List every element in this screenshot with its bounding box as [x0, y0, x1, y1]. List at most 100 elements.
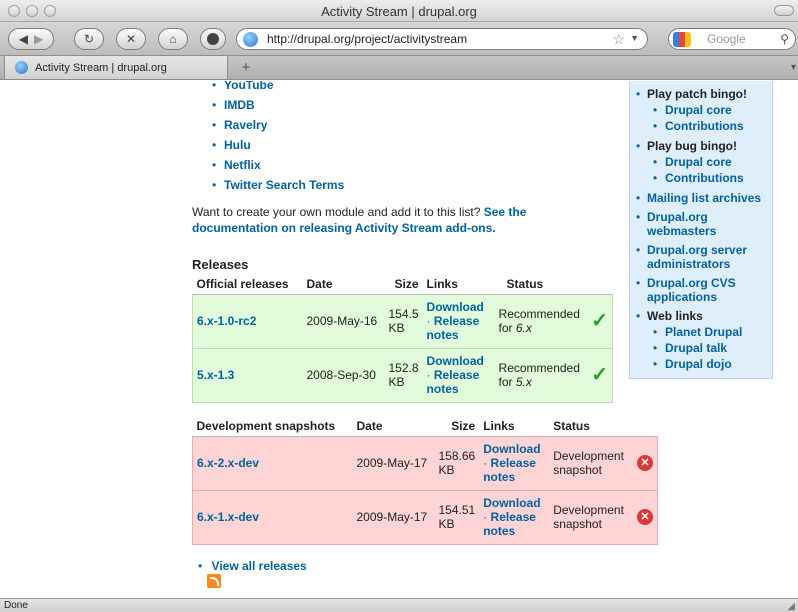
new-tab-button[interactable]: +: [236, 59, 256, 77]
service-link[interactable]: IMDB: [224, 98, 255, 112]
intro-text: Want to create your own module and add i…: [192, 205, 481, 219]
service-link[interactable]: Ravelry: [224, 118, 267, 132]
size-unit: KB: [438, 517, 455, 531]
tab-label: Activity Stream | drupal.org: [35, 61, 167, 74]
sidebar-link[interactable]: Drupal.org CVS applications: [647, 276, 736, 304]
bookmark-star-icon[interactable]: ☆: [612, 31, 625, 48]
status-text: Done: [4, 600, 28, 611]
view-all-releases-link[interactable]: View all releases: [212, 559, 307, 573]
column-header: Development snapshots: [192, 416, 353, 437]
site-favicon-icon: [243, 32, 258, 47]
stop-button[interactable]: ✕: [116, 28, 146, 50]
size-unit: KB: [438, 463, 455, 477]
status-version: 6.x: [515, 321, 532, 335]
tab-list-icon[interactable]: ▾: [791, 62, 796, 73]
sidebar-link-drupal-core[interactable]: Drupal core: [665, 155, 732, 169]
checkmark-icon: ✓: [591, 364, 608, 386]
status-text: Recommended: [498, 361, 580, 375]
release-notes-label: Release: [433, 314, 480, 328]
google-logo-icon[interactable]: [673, 32, 691, 47]
back-button[interactable]: ◀ ▶: [8, 28, 54, 50]
sidebar-heading: Play patch bingo!: [647, 87, 748, 101]
status-text: for: [498, 375, 516, 389]
download-link[interactable]: Download: [483, 496, 540, 510]
search-input[interactable]: Google ⚲: [668, 28, 796, 50]
sidebar-item-webmasters: Drupal.org webmasters: [636, 210, 766, 238]
sidebar-item-bug-bingo: Play bug bingo! Drupal core Contribution…: [636, 139, 766, 186]
download-link[interactable]: Download: [483, 442, 540, 456]
sidebar-item-patch-bingo: Play patch bingo! Drupal core Contributi…: [636, 87, 766, 134]
tab-bar: Activity Stream | drupal.org + ▾: [0, 56, 798, 80]
release-notes-link[interactable]: Release notes: [483, 456, 536, 484]
list-item: Drupal core: [653, 102, 766, 118]
list-item: Planet Drupal: [653, 324, 766, 340]
bookmark-icon: [207, 33, 219, 45]
title-bar: Activity Stream | drupal.org: [0, 0, 798, 22]
snapshot-date: 2009-May-17: [356, 456, 428, 470]
sidebar-link[interactable]: Drupal.org server administrators: [647, 243, 747, 271]
release-notes-link[interactable]: Release notes: [427, 314, 480, 342]
release-version-link[interactable]: 6.x-1.0-rc2: [197, 314, 256, 328]
sidebar-item-mailing-list: Mailing list archives: [636, 191, 766, 205]
forward-arrow-icon: ▶: [34, 32, 44, 46]
sidebar-link[interactable]: Drupal.org webmasters: [647, 210, 716, 238]
download-link[interactable]: Download: [427, 354, 484, 368]
search-icon[interactable]: ⚲: [780, 32, 789, 46]
column-header: Links: [479, 416, 550, 437]
status-cell: Development snapshot ✕: [553, 449, 653, 477]
release-size: 152.8 KB: [385, 348, 423, 402]
sidebar-item-web-links: Web links Planet Drupal Drupal talk Drup…: [636, 309, 766, 372]
list-item: Ravelry: [210, 115, 344, 135]
release-notes-link[interactable]: Release notes: [427, 368, 480, 396]
size-value: 154.5: [388, 307, 419, 321]
table-row: 5.x-1.3 2008-Sep-30 152.8 KB Download · …: [192, 348, 613, 402]
release-notes-label: Release: [490, 456, 536, 470]
list-item: Drupal dojo: [653, 356, 766, 372]
navigation-toolbar: ◀ ▶ ↻ ✕ ⌂ http://drupal.org/project/activ…: [0, 22, 798, 56]
release-notes-label: notes: [483, 524, 516, 538]
chevron-down-icon[interactable]: ▼: [630, 33, 639, 43]
url-bar[interactable]: http://drupal.org/project/activitystream…: [236, 28, 648, 50]
link-separator: ·: [426, 314, 431, 328]
status-text: Recommended: [498, 307, 580, 321]
sidebar-link[interactable]: Mailing list archives: [647, 191, 761, 205]
sidebar-link-drupal-core[interactable]: Drupal core: [665, 103, 732, 117]
table-row: 6.x-1.x-dev 2009-May-17 154.51 KB Downlo…: [192, 490, 659, 544]
snapshot-version-link[interactable]: 6.x-2.x-dev: [197, 456, 259, 470]
size-value: 154.51: [438, 503, 476, 517]
size-unit: KB: [388, 321, 405, 335]
page-content: YouTube IMDB Ravelry Hulu Netflix Twitte…: [0, 81, 798, 598]
release-notes-link[interactable]: Release notes: [483, 510, 536, 538]
service-link[interactable]: Hulu: [224, 138, 251, 152]
sidebar-link-drupal-talk[interactable]: Drupal talk: [665, 341, 727, 355]
service-link[interactable]: YouTube: [224, 81, 274, 92]
reload-button[interactable]: ↻: [74, 28, 104, 50]
tab-favicon-icon: [15, 61, 28, 74]
size-unit: KB: [388, 375, 405, 389]
service-link[interactable]: Netflix: [224, 158, 261, 172]
column-header: Official releases: [192, 274, 303, 295]
release-version-link[interactable]: 5.x-1.3: [197, 368, 234, 382]
sidebar-heading: Play bug bingo!: [647, 139, 737, 153]
toolbar-toggle-button[interactable]: [774, 5, 794, 16]
bookmark-button[interactable]: [200, 28, 226, 50]
status-cell: Development snapshot ✕: [553, 503, 653, 531]
official-releases-table: Official releases Date Size Links Status…: [192, 274, 613, 403]
home-button[interactable]: ⌂: [158, 28, 188, 50]
column-header: Date: [302, 274, 385, 295]
download-link[interactable]: Download: [427, 300, 484, 314]
sidebar-link-drupal-dojo[interactable]: Drupal dojo: [665, 357, 732, 371]
tab-activity-stream[interactable]: Activity Stream | drupal.org: [4, 56, 228, 80]
sidebar: Play patch bingo! Drupal core Contributi…: [629, 81, 773, 379]
sidebar-link-contributions[interactable]: Contributions: [665, 171, 744, 185]
release-size: 154.5 KB: [385, 294, 423, 348]
rss-feed-icon[interactable]: [207, 574, 221, 588]
column-header: Status: [549, 416, 658, 437]
snapshot-version-link[interactable]: 6.x-1.x-dev: [197, 510, 259, 524]
list-item: Twitter Search Terms: [210, 175, 344, 195]
column-header: Size: [384, 274, 423, 295]
service-link[interactable]: Twitter Search Terms: [224, 178, 344, 192]
resize-grip-icon[interactable]: ◢: [787, 600, 795, 612]
sidebar-link-contributions[interactable]: Contributions: [665, 119, 744, 133]
sidebar-link-planet-drupal[interactable]: Planet Drupal: [665, 325, 742, 339]
